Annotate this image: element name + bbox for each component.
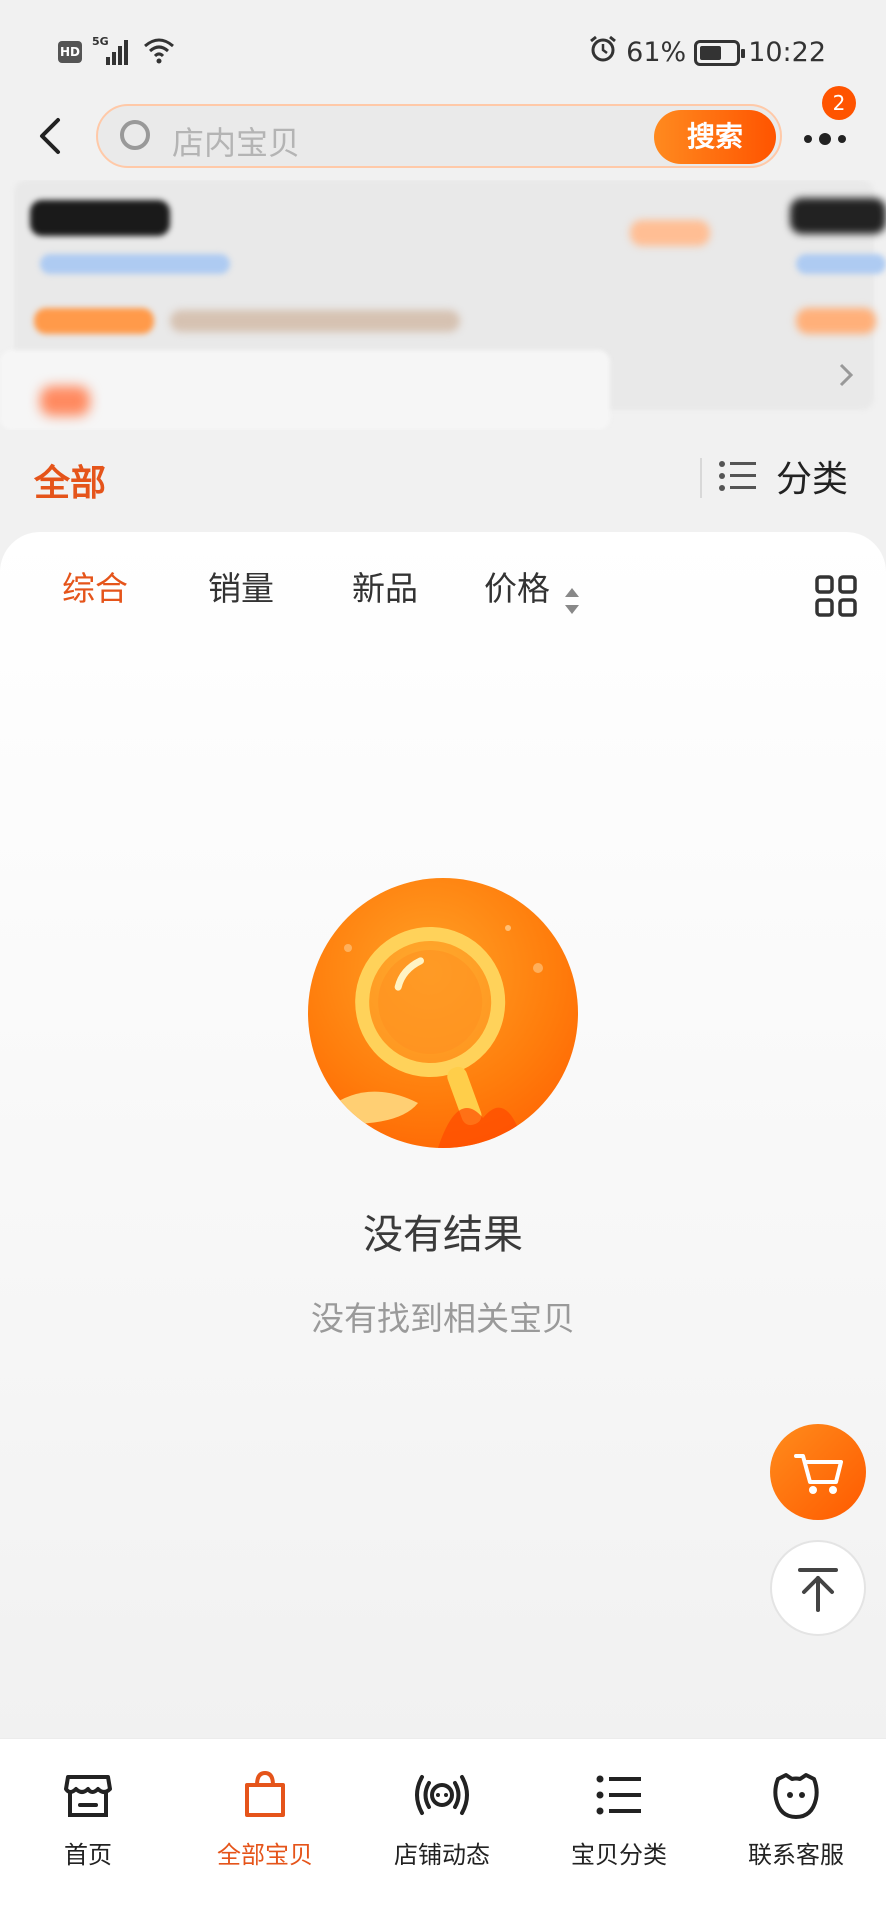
nav-customer-service[interactable]: 联系客服 <box>708 1765 884 1870</box>
battery-level <box>700 45 722 60</box>
more-dots-icon <box>804 133 846 145</box>
broadcast-icon <box>415 1775 469 1815</box>
shop-footer-blur <box>0 350 610 430</box>
wifi-icon <box>142 36 176 68</box>
shop-follow-blur <box>790 198 886 234</box>
category-button[interactable]: 分类 <box>718 450 848 502</box>
sort-comprehensive[interactable]: 综合 <box>62 562 128 610</box>
search-button[interactable]: 搜索 <box>654 110 776 164</box>
empty-subtitle: 没有找到相关宝贝 <box>311 1299 575 1338</box>
battery-percent: 61% <box>626 37 687 68</box>
shop-tag-blur <box>34 308 154 334</box>
grid-view-icon[interactable] <box>814 574 858 618</box>
search-header: 店内宝贝 搜索 2 <box>0 86 886 190</box>
sort-sales[interactable]: 销量 <box>208 562 274 610</box>
status-bar: HD 5G 61% 10:22 <box>0 0 886 100</box>
nav-categories[interactable]: 宝贝分类 <box>531 1765 707 1870</box>
back-to-top-button[interactable] <box>770 1540 866 1636</box>
shop-tabs-row: 全部 分类 <box>0 440 886 520</box>
nav-label-all-items: 全部宝贝 <box>217 1841 313 1869</box>
divider <box>700 458 702 498</box>
shop-front-icon <box>64 1775 112 1817</box>
empty-result-illustration <box>308 878 578 1148</box>
bottom-nav: 首页 全部宝贝 店铺动态 宝贝分类 联系客服 <box>0 1738 886 1920</box>
nav-label-shop-feed: 店铺动态 <box>394 1841 490 1869</box>
signal-icon: 5G <box>92 35 132 67</box>
cart-icon <box>794 1454 843 1494</box>
customer-service-icon <box>773 1773 819 1819</box>
shop-desc-blur <box>170 310 460 332</box>
shop-name-blur <box>40 254 230 274</box>
tab-all[interactable]: 全部 <box>34 454 106 506</box>
network-type-label: 5G <box>92 35 109 48</box>
battery-icon <box>694 39 746 66</box>
status-right: 61% 10:22 <box>588 34 826 71</box>
nav-all-items[interactable]: 全部宝贝 <box>177 1765 353 1870</box>
sort-bar: 综合 销量 新品 价格 <box>0 556 886 626</box>
shop-red-dot-blur <box>40 386 90 416</box>
search-input[interactable]: 店内宝贝 搜索 <box>96 104 782 168</box>
list-icon <box>719 461 756 491</box>
nav-home[interactable]: 首页 <box>0 1765 176 1870</box>
arrow-up-icon <box>798 1568 838 1612</box>
nav-label-categories: 宝贝分类 <box>571 1841 667 1869</box>
category-label: 分类 <box>776 459 849 500</box>
notification-badge: 2 <box>822 86 856 120</box>
shop-coupon-blur <box>796 308 876 334</box>
shop-avatar-blur <box>30 200 170 236</box>
sort-new[interactable]: 新品 <box>352 562 418 610</box>
empty-title: 没有结果 <box>363 1212 523 1258</box>
list-icon <box>596 1775 641 1815</box>
search-icon <box>120 120 150 150</box>
chevron-left-icon <box>40 118 60 154</box>
back-button[interactable] <box>30 114 74 158</box>
sort-arrows-icon <box>565 588 579 614</box>
chevron-right-icon <box>839 363 854 387</box>
nav-shop-feed[interactable]: 店铺动态 <box>354 1765 530 1870</box>
cart-button[interactable] <box>770 1424 866 1520</box>
status-left: HD 5G <box>58 35 176 68</box>
shopping-bag-icon <box>245 1770 285 1817</box>
magnifier-icon <box>328 925 543 1148</box>
more-button[interactable] <box>800 126 850 152</box>
search-placeholder: 店内宝贝 <box>172 124 301 162</box>
clock: 10:22 <box>748 37 826 68</box>
shop-badge-blur <box>630 220 710 246</box>
nav-label-home: 首页 <box>64 1841 112 1869</box>
shop-stats-blur <box>796 254 886 274</box>
alarm-icon <box>588 34 618 71</box>
hd-badge: HD <box>58 41 82 63</box>
shop-info-blurred <box>0 180 886 430</box>
results-panel: 综合 销量 新品 价格 没有结果 没有找到相关宝贝 <box>0 532 886 1740</box>
sort-price[interactable]: 价格 <box>484 562 550 610</box>
nav-label-customer-service: 联系客服 <box>748 1841 844 1869</box>
